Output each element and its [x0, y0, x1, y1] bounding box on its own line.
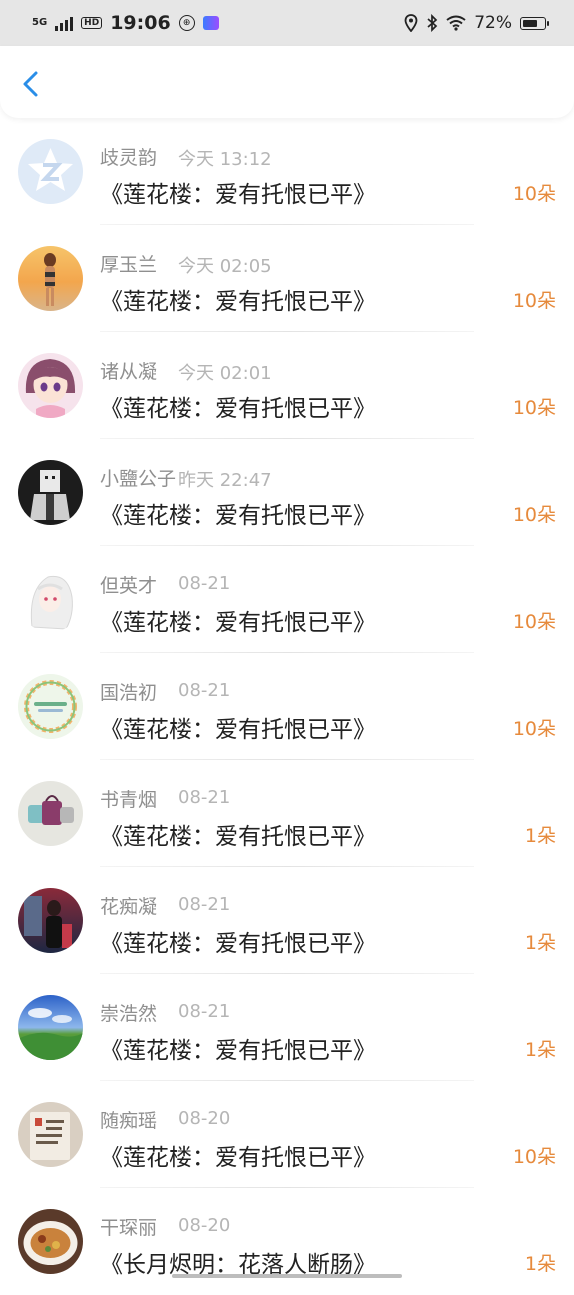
user-name: 随痴瑶	[100, 1110, 158, 1132]
avatar[interactable]	[18, 1209, 83, 1274]
avatar[interactable]	[18, 353, 83, 418]
item-title: 《莲花楼：爱有托恨已平》	[100, 182, 376, 208]
item-title: 《莲花楼：爱有托恨已平》	[100, 931, 376, 957]
list-item[interactable]: 国浩初 08-21 《莲花楼：爱有托恨已平》 10朵	[0, 653, 574, 760]
timestamp: 08-21	[178, 680, 231, 701]
avatar[interactable]	[18, 139, 83, 204]
timestamp: 08-21	[178, 787, 231, 808]
battery-percent: 72%	[474, 13, 512, 33]
flower-count: 1朵	[524, 1253, 556, 1275]
user-name: 书青烟	[100, 789, 158, 811]
timestamp: 08-20	[178, 1108, 231, 1129]
hd-badge: HD	[81, 17, 103, 29]
avatar[interactable]	[18, 674, 83, 739]
list-item[interactable]: 小鹽公子 昨天 22:47 《莲花楼：爱有托恨已平》 10朵	[0, 439, 574, 546]
flower-count: 10朵	[512, 504, 556, 526]
status-left: 5G HD 19:06 ⊕	[32, 12, 219, 34]
flower-count: 10朵	[512, 397, 556, 419]
user-name: 小鹽公子	[100, 468, 177, 490]
list-item[interactable]: 厚玉兰 今天 02:05 《莲花楼：爱有托恨已平》 10朵	[0, 225, 574, 332]
user-name: 花痴凝	[100, 896, 158, 918]
timestamp: 今天 02:01	[178, 363, 272, 384]
user-name: 歧灵韵	[100, 147, 158, 169]
timestamp: 08-21	[178, 894, 231, 915]
item-title: 《莲花楼：爱有托恨已平》	[100, 503, 376, 529]
list-item[interactable]: 但英才 08-21 《莲花楼：爱有托恨已平》 10朵	[0, 546, 574, 653]
signal-icon	[55, 15, 74, 31]
item-title: 《莲花楼：爱有托恨已平》	[100, 1038, 376, 1064]
wifi-icon	[446, 15, 466, 31]
status-right: 72%	[404, 13, 549, 33]
flower-count: 10朵	[512, 183, 556, 205]
flower-count: 10朵	[512, 1146, 556, 1168]
item-title: 《莲花楼：爱有托恨已平》	[100, 824, 376, 850]
user-name: 崇浩然	[100, 1003, 158, 1025]
list-item[interactable]: 歧灵韵 今天 13:12 《莲花楼：爱有托恨已平》 10朵	[0, 118, 574, 225]
user-name: 厚玉兰	[100, 254, 158, 276]
list-item[interactable]: 随痴瑶 08-20 《莲花楼：爱有托恨已平》 10朵	[0, 1081, 574, 1188]
status-bar: 5G HD 19:06 ⊕ 72%	[0, 0, 574, 46]
network-type: 5G	[32, 17, 48, 28]
battery-icon	[520, 16, 549, 30]
gift-record-list: 歧灵韵 今天 13:12 《莲花楼：爱有托恨已平》 10朵 厚玉兰 今天 02:…	[0, 118, 574, 1295]
list-item[interactable]: 书青烟 08-21 《莲花楼：爱有托恨已平》 1朵	[0, 760, 574, 867]
flower-count: 1朵	[524, 932, 556, 954]
notification-icon: ⊕	[178, 15, 195, 31]
app-notification-icon	[202, 16, 219, 30]
avatar[interactable]	[18, 995, 83, 1060]
avatar[interactable]	[18, 888, 83, 953]
user-name: 但英才	[100, 575, 158, 597]
avatar[interactable]	[18, 1102, 83, 1167]
timestamp: 08-20	[178, 1215, 231, 1236]
avatar[interactable]	[18, 781, 83, 846]
timestamp: 昨天 22:47	[178, 470, 272, 491]
user-name: 诸从凝	[100, 361, 158, 383]
timestamp: 08-21	[178, 1001, 231, 1022]
avatar[interactable]	[18, 567, 83, 632]
user-name: 干琛丽	[100, 1217, 158, 1239]
list-item[interactable]: 崇浩然 08-21 《莲花楼：爱有托恨已平》 1朵	[0, 974, 574, 1081]
location-icon	[404, 14, 418, 32]
flower-count: 1朵	[524, 825, 556, 847]
user-name: 国浩初	[100, 682, 158, 704]
list-item[interactable]: 干琛丽 08-20 《长月烬明：花落人断肠》 1朵	[0, 1188, 574, 1295]
timestamp: 今天 13:12	[178, 149, 272, 170]
item-title: 《莲花楼：爱有托恨已平》	[100, 1145, 376, 1171]
item-title: 《莲花楼：爱有托恨已平》	[100, 396, 376, 422]
chevron-left-icon[interactable]	[18, 70, 46, 98]
flower-count: 10朵	[512, 718, 556, 740]
home-indicator[interactable]	[172, 1274, 402, 1278]
list-item[interactable]: 花痴凝 08-21 《莲花楼：爱有托恨已平》 1朵	[0, 867, 574, 974]
item-title: 《莲花楼：爱有托恨已平》	[100, 289, 376, 315]
item-title: 《莲花楼：爱有托恨已平》	[100, 610, 376, 636]
avatar[interactable]	[18, 460, 83, 525]
avatar[interactable]	[18, 246, 83, 311]
timestamp: 08-21	[178, 573, 231, 594]
list-item[interactable]: 诸从凝 今天 02:01 《莲花楼：爱有托恨已平》 10朵	[0, 332, 574, 439]
flower-count: 10朵	[512, 290, 556, 312]
timestamp: 今天 02:05	[178, 256, 272, 277]
bluetooth-icon	[427, 14, 438, 32]
header	[0, 46, 574, 118]
item-title: 《莲花楼：爱有托恨已平》	[100, 717, 376, 743]
flower-count: 1朵	[524, 1039, 556, 1061]
battery-fill	[523, 19, 537, 27]
flower-count: 10朵	[512, 611, 556, 633]
status-time: 19:06	[110, 12, 171, 34]
